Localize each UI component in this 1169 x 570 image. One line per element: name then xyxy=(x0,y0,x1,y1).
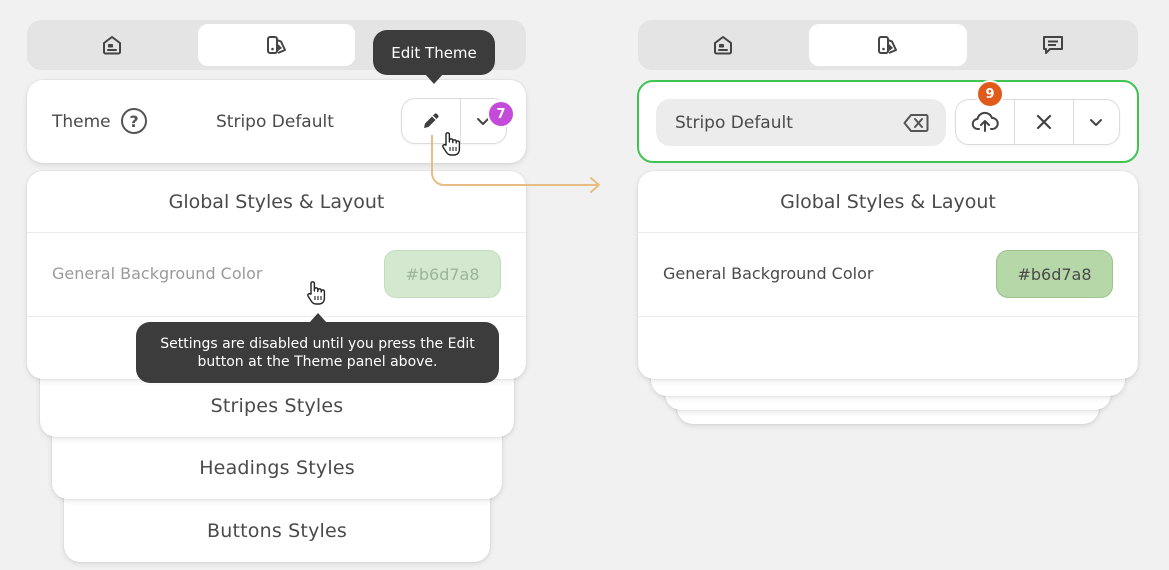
bg-color-swatch-disabled: #b6d7a8 xyxy=(384,250,501,298)
theme-name-input[interactable]: Stripo Default xyxy=(656,99,946,146)
theme-palette-icon xyxy=(266,36,286,54)
tooltip-tail xyxy=(425,74,443,84)
theme-edit-actions xyxy=(955,99,1120,145)
step-badge: 7 xyxy=(487,100,515,128)
email-icon xyxy=(103,36,121,55)
stripes-styles-title: Stripes Styles xyxy=(210,395,344,417)
email-icon xyxy=(714,36,732,55)
bg-color-swatch[interactable]: #b6d7a8 xyxy=(996,250,1113,298)
tab-email[interactable] xyxy=(644,24,802,66)
comment-icon xyxy=(1043,36,1063,54)
tab-email[interactable] xyxy=(33,24,191,66)
edit-theme-tooltip: Edit Theme xyxy=(373,30,495,84)
help-icon[interactable]: ? xyxy=(121,108,147,134)
flow-arrow-icon xyxy=(431,135,600,193)
bg-color-row: General Background Color #b6d7a8 xyxy=(27,233,526,317)
tab-theme[interactable] xyxy=(809,24,967,66)
tab-theme[interactable] xyxy=(198,24,355,66)
help-icon-glyph: ? xyxy=(129,111,139,131)
buttons-styles-title: Buttons Styles xyxy=(206,520,347,542)
bg-color-label: General Background Color xyxy=(663,264,874,283)
disabled-tooltip-line2: button at the Theme panel above. xyxy=(197,353,438,370)
disabled-settings-tooltip: Settings are disabled until you press th… xyxy=(136,313,499,383)
backspace-icon[interactable] xyxy=(903,113,929,133)
chevron-down-icon xyxy=(1090,119,1103,126)
cloud-upload-icon xyxy=(971,111,999,132)
headings-styles-title: Headings Styles xyxy=(199,457,355,479)
bg-color-row: General Background Color #b6d7a8 xyxy=(638,233,1138,317)
theme-palette-icon xyxy=(878,36,897,54)
global-styles-title[interactable]: Global Styles & Layout xyxy=(638,171,1138,233)
close-icon xyxy=(1036,114,1052,130)
bg-color-label: General Background Color xyxy=(52,264,263,283)
step-badge: 9 xyxy=(976,80,1004,108)
theme-name-input-value: Stripo Default xyxy=(675,113,793,133)
tab-comments[interactable] xyxy=(974,24,1132,66)
theme-panel-edit: Stripo Default 9 xyxy=(637,80,1139,163)
cancel-edit-button[interactable] xyxy=(1014,100,1072,144)
right-tab-bar xyxy=(638,20,1138,70)
global-styles-card-enabled: Global Styles & Layout General Backgroun… xyxy=(638,171,1138,379)
bg-color-value: #b6d7a8 xyxy=(1017,264,1092,284)
tooltip-tail xyxy=(309,313,327,323)
bg-color-value: #b6d7a8 xyxy=(405,264,480,284)
edit-theme-tooltip-text: Edit Theme xyxy=(391,43,477,62)
theme-label: Theme xyxy=(52,112,111,132)
theme-name: Stripo Default xyxy=(216,112,334,132)
pencil-icon xyxy=(423,113,439,128)
hand-cursor-icon xyxy=(307,281,326,305)
theme-dropdown-button[interactable] xyxy=(1072,100,1119,144)
disabled-tooltip-line1: Settings are disabled until you press th… xyxy=(160,335,475,352)
